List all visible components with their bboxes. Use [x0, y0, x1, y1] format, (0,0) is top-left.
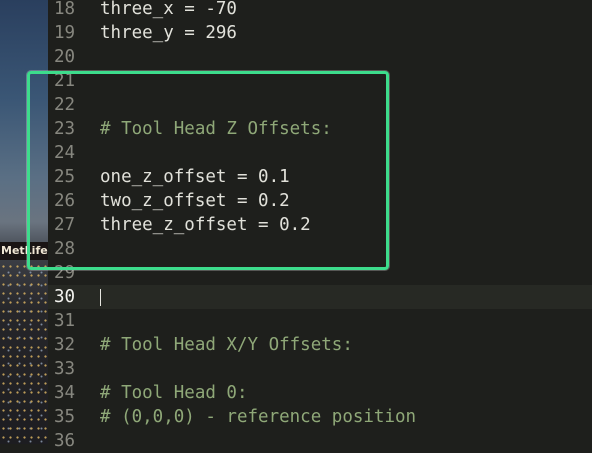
line-number: 36 [54, 431, 76, 451]
line-number: 20 [54, 47, 76, 67]
code-text: one_z_offset = 0.1 [100, 167, 290, 187]
line-number: 35 [54, 407, 76, 427]
code-line[interactable]: 22 [48, 93, 592, 117]
code-comment: # Tool Head X/Y Offsets: [100, 335, 353, 355]
code-text: two_z_offset = 0.2 [100, 191, 290, 211]
desktop-background: MetLife [0, 0, 48, 444]
code-line[interactable]: 28 [48, 237, 592, 261]
line-number: 25 [54, 167, 76, 187]
code-line[interactable]: 25 one_z_offset = 0.1 [48, 165, 592, 189]
code-line[interactable]: 26 two_z_offset = 0.2 [48, 189, 592, 213]
code-line[interactable]: 21 [48, 69, 592, 93]
line-number: 32 [54, 335, 76, 355]
code-line[interactable]: 20 [48, 45, 592, 69]
line-number: 24 [54, 143, 76, 163]
line-number: 31 [54, 311, 76, 331]
code-line[interactable]: 24 [48, 141, 592, 165]
code-text: three_y = 296 [100, 23, 237, 43]
text-cursor [100, 289, 101, 306]
code-comment: # Tool Head 0: [100, 383, 248, 403]
current-line[interactable]: 30 [48, 285, 592, 309]
line-number: 19 [54, 23, 76, 43]
code-line[interactable]: 19 three_y = 296 [48, 21, 592, 45]
code-line[interactable]: 29 [48, 261, 592, 285]
code-line[interactable]: 35 # (0,0,0) - reference position [48, 405, 592, 429]
line-number: 34 [54, 383, 76, 403]
code-line[interactable]: 34 # Tool Head 0: [48, 381, 592, 405]
code-text: three_x = -70 [100, 0, 237, 19]
code-line[interactable]: 32 # Tool Head X/Y Offsets: [48, 333, 592, 357]
code-editor[interactable]: 18 three_x = -70 19 three_y = 296 20 21 22 23 # … [48, 0, 592, 451]
code-line[interactable]: 27 three_z_offset = 0.2 [48, 213, 592, 237]
line-number: 18 [54, 0, 76, 19]
code-line[interactable]: 18 three_x = -70 [48, 0, 592, 21]
city-lights [0, 262, 48, 444]
line-number: 22 [54, 95, 76, 115]
building-sign: MetLife [0, 242, 48, 260]
code-text: three_z_offset = 0.2 [100, 215, 311, 235]
code-comment: # Tool Head Z Offsets: [100, 119, 332, 139]
line-number: 33 [54, 359, 76, 379]
code-line[interactable]: 36 [48, 429, 592, 453]
code-line[interactable]: 31 [48, 309, 592, 333]
line-number: 28 [54, 239, 76, 259]
code-line[interactable]: 23 # Tool Head Z Offsets: [48, 117, 592, 141]
line-number: 30 [54, 287, 76, 307]
code-comment: # (0,0,0) - reference position [100, 407, 417, 427]
line-number: 27 [54, 215, 76, 235]
line-number: 23 [54, 119, 76, 139]
line-number: 26 [54, 191, 76, 211]
line-number: 21 [54, 71, 76, 91]
code-line[interactable]: 33 [48, 357, 592, 381]
line-number: 29 [54, 263, 76, 283]
